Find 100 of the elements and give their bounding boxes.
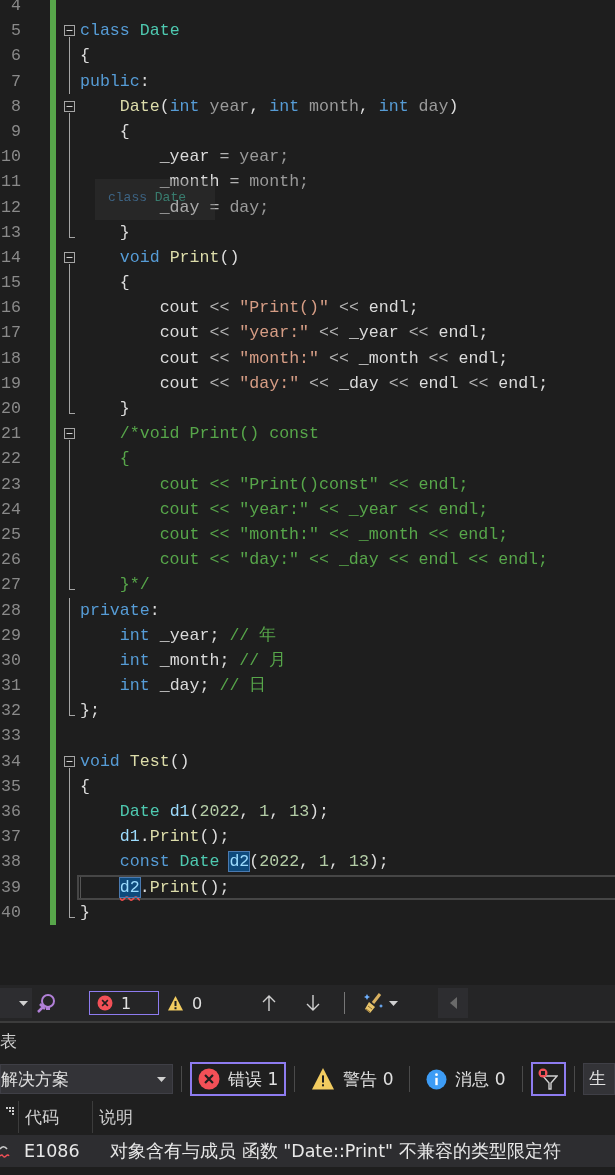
scope-dropdown[interactable]: 解决方案 — [0, 1064, 173, 1094]
line-number: 17 — [0, 322, 21, 345]
line-number: 5 — [10, 20, 21, 43]
line-number: 16 — [0, 297, 21, 320]
code-token: "Print()" — [239, 298, 329, 318]
code-token: _month — [358, 348, 419, 368]
scroll-left-button[interactable] — [438, 988, 469, 1018]
code-token: { — [118, 121, 130, 141]
collapse-icon[interactable] — [64, 100, 75, 112]
code-token: private — [80, 600, 150, 620]
code-token: Test — [128, 751, 170, 771]
code-token: }; — [80, 701, 100, 721]
code-token: << — [407, 323, 430, 343]
line-number: 12 — [0, 196, 21, 219]
code-token: << — [208, 373, 231, 393]
column-header[interactable]: 说明 — [92, 1101, 133, 1133]
code-cleanup-button[interactable] — [363, 992, 399, 1014]
code-token: ); — [309, 802, 329, 821]
error-count[interactable]: 1 — [89, 991, 159, 1015]
code-token: _day — [338, 373, 379, 393]
code-token: << — [337, 298, 360, 318]
line-number: 32 — [0, 700, 21, 723]
down-arrow-icon[interactable] — [306, 995, 321, 1011]
code-token: int — [169, 96, 200, 116]
code-token: d1 — [168, 802, 190, 821]
code-token: : — [149, 600, 160, 620]
line-number: 29 — [0, 624, 21, 647]
line-number: 33 — [0, 725, 21, 748]
code-token: /*void Print() const — [118, 424, 319, 444]
code-token: { — [80, 46, 90, 66]
dropdown[interactable] — [0, 988, 32, 1018]
code-token: 1 — [319, 852, 329, 872]
code-token: endl; — [458, 348, 509, 368]
line-number: 36 — [0, 801, 21, 823]
error-icon — [97, 995, 113, 1011]
column-menu-icon[interactable] — [6, 1107, 14, 1115]
code-token: << — [308, 373, 330, 393]
code-token: << — [208, 298, 231, 318]
collapse-icon[interactable] — [64, 755, 75, 767]
code-token: day; — [229, 197, 270, 217]
caret-icon — [389, 1000, 399, 1006]
code-token: , — [269, 802, 281, 821]
column-header[interactable]: 代码 — [18, 1101, 92, 1133]
up-arrow-icon[interactable] — [262, 995, 277, 1011]
code-token: endl — [418, 373, 459, 393]
line-number: 24 — [0, 498, 21, 521]
code-token: void — [118, 247, 160, 267]
filter-button[interactable] — [530, 1062, 566, 1096]
collapse-icon[interactable] — [64, 25, 75, 37]
code-token: Date — [118, 802, 160, 821]
code-token: cout — [158, 323, 200, 343]
line-number: 39 — [0, 876, 21, 899]
info-filter-button[interactable]: 消息 0 — [418, 1062, 514, 1096]
warning-icon — [167, 994, 184, 1012]
code-token: "day:" — [239, 373, 300, 393]
info-icon — [426, 1068, 448, 1090]
collapse-icon[interactable] — [64, 428, 75, 440]
line-number: 11 — [0, 171, 21, 194]
line-number: 38 — [0, 851, 21, 874]
line-number: 23 — [0, 473, 21, 496]
code-token: ( — [249, 852, 260, 872]
code-token: year; — [239, 147, 290, 167]
code-token: day — [417, 96, 449, 116]
build-dropdown[interactable]: 生 — [582, 1063, 615, 1095]
line-number: 7 — [10, 70, 21, 93]
code-token: cout — [158, 298, 200, 318]
code-token: cout << "month:" << _month << endl; — [158, 524, 509, 544]
line-number: 18 — [0, 347, 21, 370]
error-filter-button[interactable]: 错误 1 — [190, 1062, 287, 1096]
line-number: 35 — [0, 775, 21, 798]
code-token: ) — [448, 96, 459, 116]
code-token: Date — [178, 852, 221, 872]
line-number: 14 — [0, 246, 21, 269]
warning-count[interactable]: 0 — [159, 991, 211, 1015]
caret-icon — [19, 1000, 28, 1006]
code-token: () — [169, 751, 190, 771]
warning-filter-button[interactable]: 警告 0 — [303, 1062, 402, 1096]
code-token: int — [378, 96, 409, 116]
code-token: } — [118, 399, 130, 418]
line-number: 28 — [0, 599, 21, 622]
highlighted-symbol: d2 — [229, 852, 250, 872]
line-number: 21 — [0, 423, 21, 446]
code-token: cout — [158, 348, 200, 368]
code-token: . — [139, 877, 150, 897]
line-number: 37 — [0, 826, 21, 849]
code-token: } — [118, 222, 130, 242]
collapse-icon[interactable] — [64, 251, 75, 263]
line-number: 31 — [0, 675, 21, 698]
code-token: int — [118, 625, 150, 645]
code-token: << — [467, 373, 490, 393]
line-number: 20 — [0, 398, 21, 420]
code-token: Print — [168, 247, 220, 267]
code-token: { — [80, 776, 90, 796]
panel-title: 表 — [0, 1030, 18, 1053]
code-token: { — [118, 273, 130, 293]
code-token: () — [219, 247, 240, 267]
code-token: }*/ — [118, 575, 150, 595]
code-token: public — [80, 71, 140, 91]
error-row[interactable]: E1086 对象含有与成员 函数 "Date::Print" 不兼容的类型限定符 — [0, 1135, 615, 1167]
code-token: _month; — [158, 650, 231, 670]
